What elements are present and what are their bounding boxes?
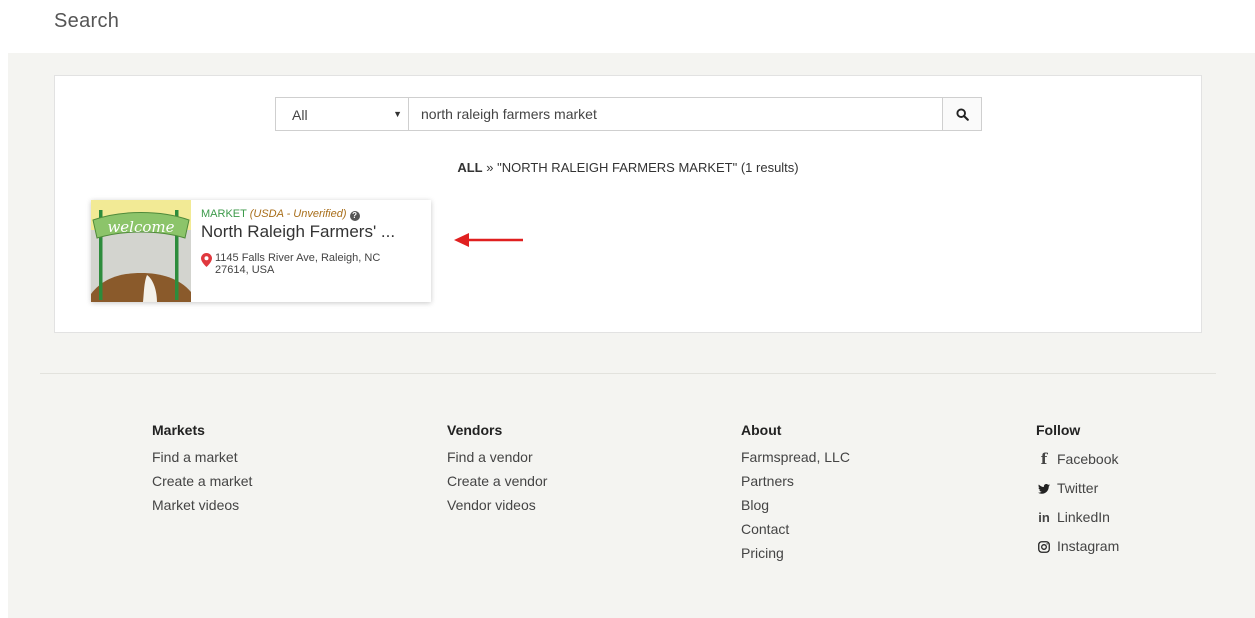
help-icon[interactable]: ? [349, 211, 360, 221]
card-meta: MARKET (USDA - Unverified) ? [201, 207, 423, 221]
search-input[interactable] [409, 97, 943, 131]
footer-link-facebook[interactable]: f Facebook [1036, 445, 1119, 474]
twitter-icon [1036, 483, 1052, 494]
result-card[interactable]: welcome MARKET (USDA - Unverified) ? Nor… [91, 200, 431, 302]
map-pin-icon [201, 253, 212, 267]
facebook-icon: f [1040, 450, 1048, 468]
footer-link-farmspread[interactable]: Farmspread, LLC [741, 445, 850, 469]
results-crumb-all[interactable]: ALL [457, 160, 482, 175]
footer-markets: Markets Find a market Create a market Ma… [152, 422, 252, 517]
footer-about-heading: About [741, 422, 782, 438]
footer-link-twitter[interactable]: Twitter [1036, 474, 1119, 503]
linkedin-icon: in [1038, 510, 1050, 525]
usda-status-label: (USDA - Unverified) [249, 208, 347, 220]
footer-link-vendor-videos[interactable]: Vendor videos [447, 493, 547, 517]
linkedin-label: LinkedIn [1057, 509, 1110, 525]
instagram-icon [1036, 540, 1052, 553]
category-select-value: All [292, 107, 308, 123]
market-name[interactable]: North Raleigh Farmers' ... [201, 222, 423, 242]
footer-divider [40, 373, 1216, 374]
market-thumbnail: welcome [91, 200, 191, 302]
instagram-label: Instagram [1057, 538, 1120, 554]
footer-link-create-market[interactable]: Create a market [152, 469, 252, 493]
facebook-label: Facebook [1057, 451, 1119, 467]
search-icon [955, 107, 969, 121]
footer-link-linkedin[interactable]: in LinkedIn [1036, 503, 1119, 532]
search-button[interactable] [943, 97, 982, 131]
footer-markets-heading: Markets [152, 422, 205, 438]
footer-link-instagram[interactable]: Instagram [1036, 532, 1119, 561]
footer-link-partners[interactable]: Partners [741, 469, 850, 493]
twitter-label: Twitter [1057, 480, 1099, 496]
address-line-1: 1145 Falls River Ave, Raleigh, NC [215, 252, 381, 264]
address-text: 1145 Falls River Ave, Raleigh, NC 27614,… [215, 252, 380, 276]
results-crumb-query: "NORTH RALEIGH FARMERS MARKET" (1 result… [497, 160, 799, 175]
footer-link-find-market[interactable]: Find a market [152, 445, 252, 469]
search-panel: All ▼ ALL » "NORTH RALEIGH FARMERS MARKE… [54, 75, 1202, 333]
thumbnail-sign-text: welcome [107, 218, 174, 236]
footer-link-blog[interactable]: Blog [741, 493, 850, 517]
address-line-2: 27614, USA [215, 264, 275, 276]
results-crumb-separator: » [482, 160, 498, 175]
footer-vendors-heading: Vendors [447, 422, 503, 438]
market-type-label: MARKET [201, 208, 247, 220]
annotation-arrow [454, 233, 523, 247]
results-summary: ALL » "NORTH RALEIGH FARMERS MARKET" (1 … [55, 160, 1201, 175]
category-select[interactable]: All ▼ [275, 97, 409, 131]
page-title: Search [54, 10, 120, 32]
footer-vendors: Vendors Find a vendor Create a vendor Ve… [447, 422, 547, 517]
footer-follow-heading: Follow [1036, 422, 1081, 438]
footer-about: About Farmspread, LLC Partners Blog Cont… [741, 422, 850, 565]
footer-link-market-videos[interactable]: Market videos [152, 493, 252, 517]
card-body: MARKET (USDA - Unverified) ? North Ralei… [191, 200, 431, 302]
footer-link-pricing[interactable]: Pricing [741, 541, 850, 565]
footer-link-create-vendor[interactable]: Create a vendor [447, 469, 547, 493]
search-bar: All ▼ [275, 97, 982, 131]
footer-link-find-vendor[interactable]: Find a vendor [447, 445, 547, 469]
footer-follow: Follow f Facebook Twitter in LinkedIn In… [1036, 422, 1119, 561]
market-address: 1145 Falls River Ave, Raleigh, NC 27614,… [201, 252, 423, 276]
footer-link-contact[interactable]: Contact [741, 517, 850, 541]
caret-down-icon: ▼ [393, 109, 402, 119]
